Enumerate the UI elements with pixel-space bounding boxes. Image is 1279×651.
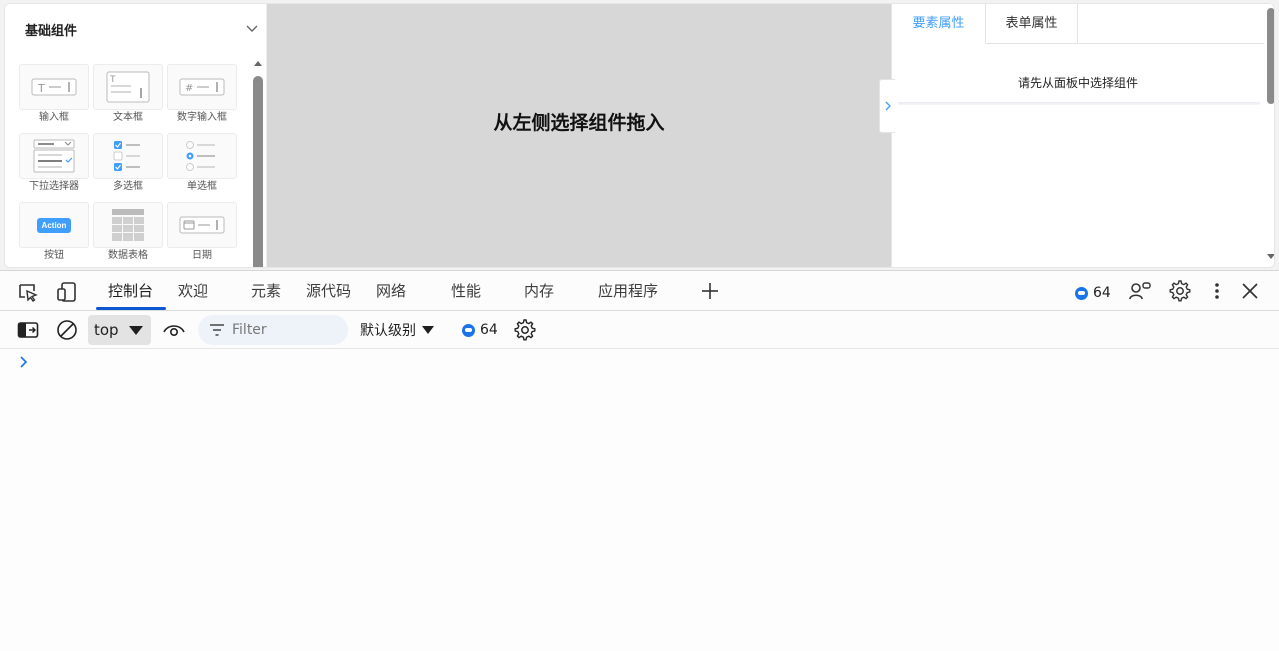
palette-item-input[interactable]: T 输入框 [19, 64, 89, 130]
devtools-tabbar: 控制台 欢迎 元素 源代码 网络 性能 内存 应用程序 64 [0, 271, 1279, 311]
tab-network[interactable]: 网络 [376, 271, 406, 311]
palette-item-select[interactable]: 下拉选择器 [19, 133, 89, 199]
palette-title: 基础组件 [25, 24, 78, 39]
toolbar-issues-badge[interactable]: 64 [462, 322, 498, 338]
toolbar-issues-count: 64 [480, 322, 498, 338]
input-field-icon: T [19, 64, 89, 110]
textarea-icon: T [93, 64, 163, 110]
palette-item-number-input[interactable]: # 数字输入框 [167, 64, 237, 130]
button-icon: Action [19, 202, 89, 248]
console-settings-gear-icon[interactable] [514, 319, 536, 341]
dropdown-arrow-icon [422, 326, 434, 334]
filter-icon [210, 324, 224, 336]
settings-gear-icon[interactable] [1169, 280, 1191, 302]
properties-tabs: 要素属性 表单属性 [892, 4, 1264, 44]
svg-text:T: T [37, 82, 45, 95]
checkbox-icon [93, 133, 163, 179]
more-options-icon[interactable] [1208, 280, 1226, 302]
svg-text:#: # [185, 83, 193, 94]
scroll-up-arrow-icon[interactable] [254, 61, 262, 66]
panel-collapse-handle[interactable] [879, 79, 895, 133]
palette-item-button[interactable]: Action 按钮 [19, 202, 89, 267]
date-icon [167, 202, 237, 248]
palette-item-textarea[interactable]: T 文本框 [93, 64, 163, 130]
console-prompt-chevron-icon [20, 356, 28, 368]
canvas-empty-hint: 从左侧选择组件拖入 [493, 112, 665, 134]
tab-console[interactable]: 控制台 [108, 271, 153, 311]
dropdown-arrow-icon [129, 326, 143, 335]
component-palette: 基础组件 T 输入框 T 文本框 # 数字输入框 下拉选择器 多选框 单选框 A… [5, 4, 267, 267]
close-icon[interactable] [1240, 281, 1260, 301]
design-canvas[interactable]: 从左侧选择组件拖入 [267, 4, 891, 267]
palette-scrollbar[interactable] [253, 76, 263, 267]
select-icon [19, 133, 89, 179]
app-preview: 基础组件 T 输入框 T 文本框 # 数字输入框 下拉选择器 多选框 单选框 A… [0, 0, 1279, 270]
device-emulation-icon[interactable] [56, 281, 78, 303]
properties-empty-message: 请先从面板中选择组件 [1017, 76, 1138, 90]
clear-console-icon[interactable] [56, 319, 78, 341]
button-preview-text: Action [36, 217, 72, 233]
context-selector[interactable]: top [88, 315, 151, 345]
log-level-selector[interactable]: 默认级别 [360, 311, 434, 349]
scroll-down-arrow-icon[interactable] [1267, 254, 1274, 259]
number-input-icon: # [167, 64, 237, 110]
form-designer: 基础组件 T 输入框 T 文本框 # 数字输入框 下拉选择器 多选框 单选框 A… [4, 3, 1275, 268]
active-tab-indicator [96, 307, 166, 310]
chevron-right-icon [885, 101, 891, 111]
message-icon [1075, 286, 1088, 300]
chevron-down-icon[interactable] [245, 21, 259, 35]
tab-welcome[interactable]: 欢迎 [178, 271, 208, 311]
tab-form-properties[interactable]: 表单属性 [986, 4, 1078, 44]
log-level-value: 默认级别 [360, 323, 416, 339]
tab-element-properties[interactable]: 要素属性 [892, 4, 986, 44]
console-toolbar: top Filter 默认级别 64 [0, 311, 1279, 349]
toggle-sidebar-icon[interactable] [16, 320, 40, 340]
palette-item-radio[interactable]: 单选框 [167, 133, 237, 199]
context-value: top [94, 321, 119, 339]
devtools-panel: 控制台 欢迎 元素 源代码 网络 性能 内存 应用程序 64 top Filte… [0, 270, 1279, 651]
palette-item-date[interactable]: 日期 [167, 202, 237, 267]
issues-count: 64 [1093, 285, 1111, 301]
tab-memory[interactable]: 内存 [524, 271, 554, 311]
properties-scrollbar[interactable] [1267, 8, 1274, 104]
svg-text:T: T [109, 75, 116, 85]
properties-panel: 要素属性 表单属性 请先从面板中选择组件 [891, 4, 1274, 267]
table-icon [93, 202, 163, 248]
filter-placeholder: Filter [232, 322, 267, 338]
live-expression-eye-icon[interactable] [162, 320, 186, 340]
palette-item-checkbox[interactable]: 多选框 [93, 133, 163, 199]
palette-item-table[interactable]: 数据表格 [93, 202, 163, 267]
radio-icon [167, 133, 237, 179]
tab-sources[interactable]: 源代码 [306, 271, 351, 311]
inspect-element-icon[interactable] [16, 281, 40, 303]
add-tab-icon[interactable] [700, 281, 720, 301]
divider [898, 102, 1260, 105]
filter-input[interactable]: Filter [198, 315, 348, 345]
customize-connection-icon[interactable] [1128, 280, 1152, 302]
tab-application[interactable]: 应用程序 [598, 271, 658, 311]
tab-performance[interactable]: 性能 [451, 271, 481, 311]
message-icon [462, 323, 475, 337]
console-output[interactable] [0, 349, 1279, 651]
tab-elements[interactable]: 元素 [251, 271, 281, 311]
issues-badge[interactable]: 64 [1075, 285, 1111, 301]
